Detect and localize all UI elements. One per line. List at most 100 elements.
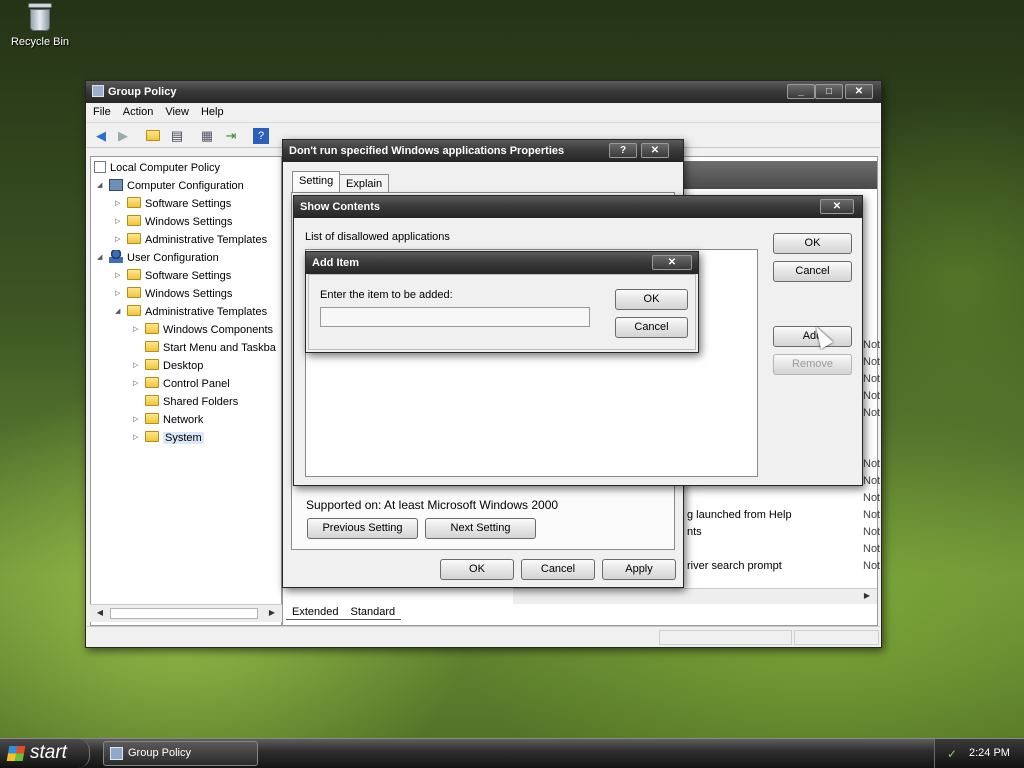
export-list-icon[interactable]: ⇥ (223, 128, 239, 144)
task-label: Group Policy (128, 747, 191, 759)
expand-arrow-icon[interactable]: ▷ (115, 267, 124, 285)
tree-item-desktop[interactable]: ▷ Desktop (133, 357, 203, 375)
computer-icon (109, 179, 123, 191)
folder-icon (127, 305, 141, 316)
user-icon (109, 250, 123, 263)
recycle-bin-label: Recycle Bin (10, 36, 70, 48)
cancel-button[interactable]: Cancel (773, 261, 852, 282)
open-folder-icon (145, 431, 159, 442)
network-tray-icon[interactable]: ✓ (945, 747, 959, 761)
add-item-prompt: Enter the item to be added: (320, 289, 453, 301)
setting-name-partial[interactable]: g launched from Help (687, 509, 792, 521)
collapse-arrow-icon[interactable]: ◢ (115, 303, 124, 321)
state-cell: Not (863, 492, 881, 504)
policy-tree[interactable]: Local Computer Policy ◢ Computer Configur… (90, 156, 282, 626)
recycle-bin-desktop-icon[interactable]: Recycle Bin (8, 2, 72, 48)
state-cell: Not (863, 475, 881, 487)
minimize-button[interactable]: _ (787, 84, 815, 99)
clock[interactable]: 2:24 PM (969, 739, 1010, 768)
ok-button[interactable]: OK (440, 559, 514, 580)
setting-name-partial[interactable]: nts (687, 526, 702, 538)
tree-item-windows-components[interactable]: ▷ Windows Components (133, 321, 273, 339)
tab-setting[interactable]: Setting (292, 171, 341, 194)
collapse-arrow-icon[interactable]: ◢ (97, 177, 106, 195)
folder-icon (127, 197, 141, 208)
menu-bar: File Action View Help (87, 103, 880, 123)
close-button[interactable]: ✕ (652, 255, 692, 270)
expand-arrow-icon[interactable]: ▷ (115, 195, 124, 213)
folder-icon (145, 323, 159, 334)
tab-standard[interactable]: Standard (344, 605, 402, 620)
expand-arrow-icon[interactable]: ▷ (133, 411, 142, 429)
expand-arrow-icon[interactable]: ▷ (115, 231, 124, 249)
apply-button[interactable]: Apply (602, 559, 676, 580)
start-label: start (30, 742, 67, 763)
show-hide-tree-icon[interactable]: ▤ (169, 128, 185, 144)
show-titlebar[interactable]: Show Contents (294, 196, 862, 218)
menu-file[interactable]: File (87, 103, 117, 121)
gp-titlebar[interactable]: Group Policy (86, 81, 881, 103)
close-button[interactable]: ✕ (641, 143, 669, 158)
tree-item-shared-folders[interactable]: Shared Folders (133, 393, 238, 411)
tree-item-software-settings[interactable]: ▷ Software Settings (115, 195, 231, 213)
remove-button[interactable]: Remove (773, 354, 852, 375)
expand-arrow-icon[interactable]: ▷ (133, 321, 142, 339)
expand-arrow-icon[interactable]: ▷ (115, 213, 124, 231)
tab-extended[interactable]: Extended (286, 605, 345, 620)
up-folder-icon[interactable] (145, 128, 161, 144)
back-icon[interactable]: ◀ (93, 128, 109, 144)
ok-button[interactable]: OK (615, 289, 688, 310)
tree-item-windows-settings[interactable]: ▷ Windows Settings (115, 285, 232, 303)
tree-item-local-computer-policy[interactable]: Local Computer Policy (93, 159, 220, 177)
state-cell: Not (863, 390, 881, 402)
maximize-button[interactable]: □ (815, 84, 843, 99)
item-input[interactable] (320, 307, 590, 327)
recycle-bin-icon (27, 2, 53, 32)
cancel-button[interactable]: Cancel (615, 317, 688, 338)
expand-arrow-icon[interactable]: ▷ (133, 375, 142, 393)
start-button[interactable]: start (0, 739, 90, 768)
forward-icon[interactable]: ▶ (115, 128, 131, 144)
expand-arrow-icon[interactable]: ▷ (133, 357, 142, 375)
help-button[interactable]: ? (609, 143, 637, 158)
tree-item-windows-settings[interactable]: ▷ Windows Settings (115, 213, 232, 231)
menu-action[interactable]: Action (117, 103, 160, 121)
tree-item-start-menu-and-taskbar[interactable]: Start Menu and Taskba (133, 339, 276, 357)
expand-arrow-icon[interactable]: ▷ (133, 429, 142, 447)
tree-item-administrative-templates[interactable]: ▷ Administrative Templates (115, 231, 267, 249)
help-icon[interactable]: ? (253, 128, 269, 144)
tree-item-control-panel[interactable]: ▷ Control Panel (133, 375, 230, 393)
state-cell: Not (863, 543, 881, 555)
ok-button[interactable]: OK (773, 233, 852, 254)
collapse-arrow-icon[interactable]: ◢ (97, 249, 106, 267)
setting-name-partial[interactable]: river search prompt (687, 560, 782, 572)
scroll-right-icon[interactable]: ▶ (264, 605, 280, 621)
next-setting-button[interactable]: Next Setting (425, 518, 536, 539)
properties-icon[interactable]: ▦ (199, 128, 215, 144)
add-titlebar[interactable]: Add Item (306, 252, 698, 274)
tree-item-computer-configuration[interactable]: ◢ Computer Configuration (97, 177, 244, 195)
previous-setting-button[interactable]: Previous Setting (307, 518, 418, 539)
menu-help[interactable]: Help (195, 103, 230, 121)
close-button[interactable]: ✕ (845, 84, 873, 99)
scroll-left-icon[interactable]: ◀ (92, 605, 108, 621)
tree-item-network[interactable]: ▷ Network (133, 411, 203, 429)
scroll-right-icon[interactable]: ▶ (859, 589, 875, 603)
taskbar-item-group-policy[interactable]: Group Policy (103, 741, 258, 766)
tree-item-software-settings[interactable]: ▷ Software Settings (115, 267, 231, 285)
group-policy-icon (110, 747, 123, 760)
tab-explain[interactable]: Explain (339, 174, 390, 194)
folder-icon (145, 413, 159, 424)
tree-scroll-thumb[interactable] (110, 608, 258, 619)
expand-arrow-icon[interactable]: ▷ (115, 285, 124, 303)
tree-item-user-configuration[interactable]: ◢ User Configuration (97, 249, 219, 267)
tree-item-system[interactable]: ▷ System (133, 429, 204, 447)
close-button[interactable]: ✕ (820, 199, 854, 214)
status-cell (794, 630, 879, 645)
state-cell: Not (863, 339, 881, 351)
tree-item-administrative-templates[interactable]: ◢ Administrative Templates (115, 303, 267, 321)
tree-horizontal-scrollbar[interactable]: ◀ ▶ (90, 604, 282, 622)
menu-view[interactable]: View (159, 103, 195, 121)
pane-horizontal-scrollbar[interactable]: ▶ (513, 588, 877, 604)
cancel-button[interactable]: Cancel (521, 559, 595, 580)
